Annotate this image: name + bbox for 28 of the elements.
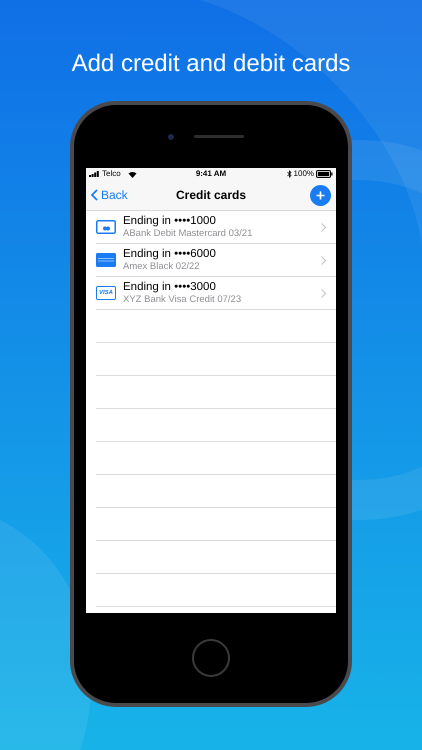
chevron-icon [321, 288, 326, 298]
headline: Add credit and debit cards [72, 49, 350, 79]
card-subtitle: ABank Debit Mastercard 03/21 [123, 228, 254, 238]
battery-icon [316, 170, 334, 178]
card-icon [96, 220, 116, 234]
back-button[interactable]: Back [91, 186, 128, 204]
card-list-item[interactable]: Ending in ••••6000 Amex Black 02/22 [96, 244, 336, 277]
card-subtitle: XYZ Bank Visa Credit 07/23 [123, 294, 242, 304]
add-button[interactable] [310, 184, 331, 206]
card-title: Ending in ••••1000 [123, 216, 217, 228]
card-icon [96, 253, 116, 267]
card-list-item[interactable]: Ending in ••••1000 ABank Debit Mastercard 03/21 [96, 211, 336, 244]
chevron-icon [321, 256, 326, 264]
signal-icon [89, 171, 99, 177]
navigation-title: Credit cards [176, 187, 246, 204]
carrier-name: Telco [102, 170, 121, 178]
plus-icon [316, 190, 325, 200]
wifi-icon [128, 170, 137, 178]
chevron-icon [321, 222, 326, 232]
card-title: Ending in ••••6000 [123, 249, 217, 260]
battery-percentage: 100% [294, 170, 314, 178]
camera-icon [168, 134, 174, 140]
speaker-icon [194, 135, 244, 138]
status-time: 9:41 AM [196, 170, 226, 178]
bluetooth-icon [286, 170, 292, 178]
card-title: Ending in ••••3000 [123, 282, 217, 294]
back-chevron-icon [91, 189, 98, 201]
card-subtitle: Amex Black 02/22 [123, 262, 201, 271]
